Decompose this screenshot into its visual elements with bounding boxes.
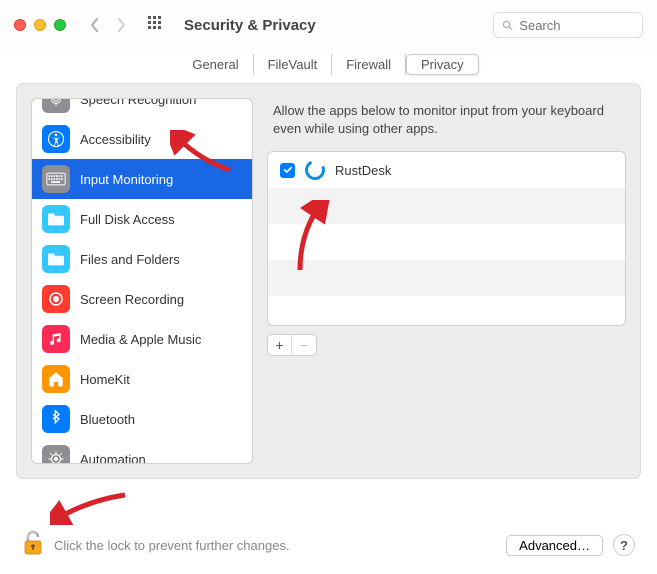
sidebar-item-screen-recording[interactable]: Screen Recording	[32, 279, 252, 319]
tab-filevault[interactable]: FileVault	[254, 54, 333, 75]
automation-icon	[42, 445, 70, 463]
search-icon	[502, 19, 513, 32]
app-name: RustDesk	[335, 163, 391, 178]
sidebar-item-label: Files and Folders	[80, 252, 180, 267]
add-remove-control: + −	[267, 334, 317, 356]
sidebar-item-label: Accessibility	[80, 132, 151, 147]
search-input[interactable]	[519, 18, 634, 33]
sidebar-item-media-apple-music[interactable]: Media & Apple Music	[32, 319, 252, 359]
sidebar-item-files-and-folders[interactable]: Files and Folders	[32, 239, 252, 279]
app-row-rustdesk[interactable]: RustDesk	[268, 152, 625, 188]
zoom-window-button[interactable]	[54, 19, 66, 31]
home-icon	[42, 365, 70, 393]
sidebar-item-bluetooth[interactable]: Bluetooth	[32, 399, 252, 439]
close-window-button[interactable]	[14, 19, 26, 31]
sidebar-item-homekit[interactable]: HomeKit	[32, 359, 252, 399]
sidebar-item-label: Bluetooth	[80, 412, 135, 427]
footer: Click the lock to prevent further change…	[0, 502, 657, 574]
sidebar-item-full-disk-access[interactable]: Full Disk Access	[32, 199, 252, 239]
sidebar-item-label: Automation	[80, 452, 146, 464]
help-button[interactable]: ?	[613, 534, 635, 556]
privacy-sidebar: Speech Recognition Accessibility Input Mon…	[31, 98, 253, 464]
add-button[interactable]: +	[268, 335, 292, 355]
history-nav	[86, 16, 130, 34]
sidebar-item-label: Speech Recognition	[80, 99, 196, 107]
minimize-window-button[interactable]	[34, 19, 46, 31]
sidebar-item-accessibility[interactable]: Accessibility	[32, 119, 252, 159]
app-checkbox[interactable]	[280, 163, 295, 178]
app-row-empty	[268, 188, 625, 224]
sidebar-item-label: Full Disk Access	[80, 212, 175, 227]
search-field[interactable]	[493, 12, 643, 38]
tab-firewall[interactable]: Firewall	[332, 54, 406, 75]
all-prefs-button[interactable]	[148, 16, 166, 34]
tab-privacy[interactable]: Privacy	[406, 54, 479, 75]
sidebar-item-label: Input Monitoring	[80, 172, 173, 187]
bluetooth-icon	[42, 405, 70, 433]
sidebar-item-input-monitoring[interactable]: Input Monitoring	[32, 159, 252, 199]
app-row-empty	[268, 260, 625, 296]
app-row-empty	[268, 224, 625, 260]
pane-description: Allow the apps below to monitor input fr…	[273, 102, 620, 137]
sidebar-item-label: Media & Apple Music	[80, 332, 201, 347]
window-controls	[14, 19, 66, 31]
app-list[interactable]: RustDesk	[267, 151, 626, 326]
forward-button[interactable]	[112, 16, 130, 34]
tab-general[interactable]: General	[178, 54, 253, 75]
lock-button[interactable]	[22, 530, 44, 556]
sidebar-item-label: Screen Recording	[80, 292, 184, 307]
folder-icon	[42, 245, 70, 273]
back-button[interactable]	[86, 16, 104, 34]
right-pane: Allow the apps below to monitor input fr…	[267, 98, 626, 464]
app-row-empty	[268, 296, 625, 326]
sidebar-item-speech-recognition[interactable]: Speech Recognition	[32, 99, 252, 119]
sidebar-list[interactable]: Speech Recognition Accessibility Input Mon…	[32, 99, 252, 463]
speech-icon	[42, 99, 70, 113]
sidebar-item-automation[interactable]: Automation	[32, 439, 252, 463]
app-icon	[302, 157, 328, 183]
folder-icon	[42, 205, 70, 233]
titlebar: Security & Privacy	[0, 0, 657, 50]
keyboard-icon	[42, 165, 70, 193]
window-title: Security & Privacy	[184, 17, 316, 34]
music-icon	[42, 325, 70, 353]
record-icon	[42, 285, 70, 313]
tab-bar: GeneralFileVaultFirewallPrivacy	[0, 50, 657, 83]
main-panel: Speech Recognition Accessibility Input Mon…	[16, 83, 641, 479]
remove-button[interactable]: −	[292, 335, 316, 355]
accessibility-icon	[42, 125, 70, 153]
lock-text: Click the lock to prevent further change…	[54, 538, 496, 553]
sidebar-item-label: HomeKit	[80, 372, 130, 387]
advanced-button[interactable]: Advanced…	[506, 535, 603, 556]
